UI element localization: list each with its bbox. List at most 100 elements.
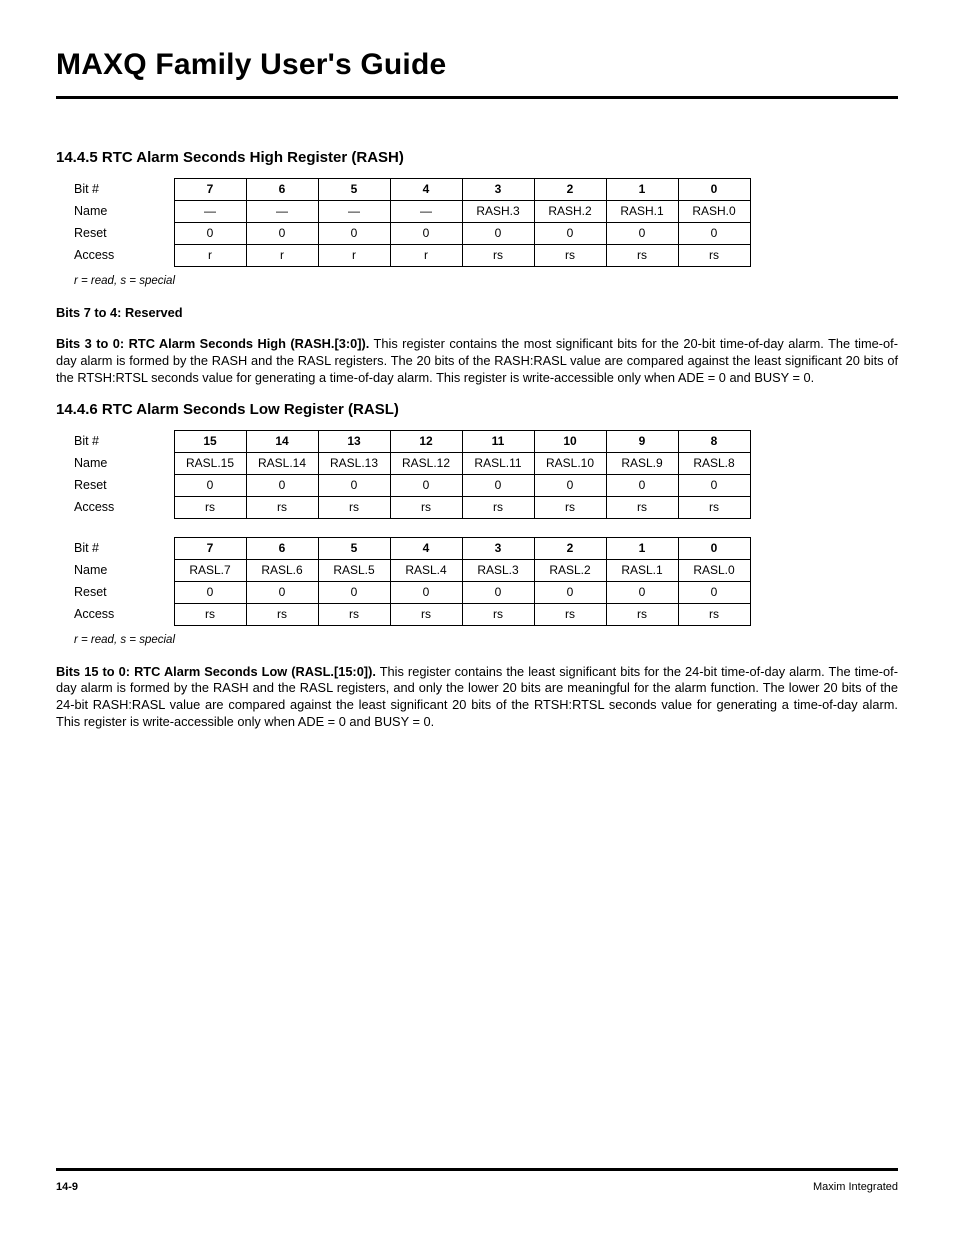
reset-cell: 0 (606, 223, 678, 245)
name-cell: RASL.4 (390, 559, 462, 581)
name-cell: RASL.6 (246, 559, 318, 581)
table-row-bit: Bit # 15 14 13 12 11 10 9 8 (74, 430, 750, 452)
row-label: Reset (74, 581, 174, 603)
bold-run: Bits 3 to 0: RTC Alarm Seconds High (RAS… (56, 336, 369, 351)
reset-cell: 0 (462, 223, 534, 245)
reset-cell: 0 (606, 581, 678, 603)
row-label: Access (74, 603, 174, 625)
access-cell: rs (246, 496, 318, 518)
bit-cell: 14 (246, 430, 318, 452)
section-heading-rasl: 14.4.6 RTC Alarm Seconds Low Register (R… (56, 401, 898, 418)
reset-cell: 0 (534, 223, 606, 245)
name-cell: RASL.12 (390, 452, 462, 474)
name-cell: RASH.1 (606, 201, 678, 223)
row-label: Access (74, 245, 174, 267)
paragraph-rash-desc: Bits 3 to 0: RTC Alarm Seconds High (RAS… (56, 336, 898, 387)
name-cell: RASL.8 (678, 452, 750, 474)
row-label: Name (74, 452, 174, 474)
name-cell: RASH.2 (534, 201, 606, 223)
bit-cell: 3 (462, 537, 534, 559)
bit-cell: 6 (246, 537, 318, 559)
access-cell: rs (606, 245, 678, 267)
table-row-reset: Reset 0 0 0 0 0 0 0 0 (74, 474, 750, 496)
name-cell: RASL.13 (318, 452, 390, 474)
table-row-access: Access rs rs rs rs rs rs rs rs (74, 603, 750, 625)
paragraph-reserved: Bits 7 to 4: Reserved (56, 305, 898, 322)
table-note: r = read, s = special (74, 275, 898, 287)
access-cell: rs (534, 603, 606, 625)
name-cell: RASL.9 (606, 452, 678, 474)
access-cell: rs (606, 496, 678, 518)
table-row-name: Name RASL.7 RASL.6 RASL.5 RASL.4 RASL.3 … (74, 559, 750, 581)
name-cell: RASL.7 (174, 559, 246, 581)
bit-cell: 9 (606, 430, 678, 452)
reset-cell: 0 (390, 474, 462, 496)
bit-cell: 3 (462, 179, 534, 201)
bold-run: Bits 7 to 4: Reserved (56, 305, 183, 320)
name-cell: RASL.14 (246, 452, 318, 474)
register-table-rash: Bit # 7 6 5 4 3 2 1 0 Name — — — — RASH.… (74, 178, 751, 267)
name-cell: RASL.5 (318, 559, 390, 581)
row-label: Bit # (74, 179, 174, 201)
access-cell: rs (462, 245, 534, 267)
row-label: Bit # (74, 430, 174, 452)
name-cell: — (390, 201, 462, 223)
name-cell: — (246, 201, 318, 223)
access-cell: r (246, 245, 318, 267)
row-label: Reset (74, 474, 174, 496)
reset-cell: 0 (678, 474, 750, 496)
bit-cell: 2 (534, 179, 606, 201)
access-cell: rs (678, 603, 750, 625)
access-cell: rs (390, 603, 462, 625)
row-label: Name (74, 559, 174, 581)
name-cell: RASL.2 (534, 559, 606, 581)
reset-cell: 0 (174, 474, 246, 496)
title-divider (56, 96, 898, 99)
page-number: 14-9 (56, 1181, 78, 1193)
access-cell: rs (606, 603, 678, 625)
reset-cell: 0 (678, 581, 750, 603)
bit-cell: 6 (246, 179, 318, 201)
reset-cell: 0 (318, 223, 390, 245)
access-cell: rs (678, 245, 750, 267)
access-cell: rs (390, 496, 462, 518)
name-cell: RASH.0 (678, 201, 750, 223)
access-cell: rs (534, 245, 606, 267)
bit-cell: 4 (390, 537, 462, 559)
footer-divider (56, 1168, 898, 1171)
register-table-rasl-high: Bit # 15 14 13 12 11 10 9 8 Name RASL.15… (74, 430, 751, 519)
name-cell: RASL.1 (606, 559, 678, 581)
bit-cell: 0 (678, 179, 750, 201)
bit-cell: 10 (534, 430, 606, 452)
name-cell: — (318, 201, 390, 223)
reset-cell: 0 (318, 581, 390, 603)
access-cell: r (174, 245, 246, 267)
bit-cell: 12 (390, 430, 462, 452)
reset-cell: 0 (534, 474, 606, 496)
table-row-name: Name — — — — RASH.3 RASH.2 RASH.1 RASH.0 (74, 201, 750, 223)
reset-cell: 0 (174, 581, 246, 603)
reset-cell: 0 (606, 474, 678, 496)
reset-cell: 0 (246, 223, 318, 245)
row-label: Reset (74, 223, 174, 245)
access-cell: rs (318, 603, 390, 625)
access-cell: rs (462, 603, 534, 625)
access-cell: rs (318, 496, 390, 518)
bit-cell: 13 (318, 430, 390, 452)
paragraph-rasl-desc: Bits 15 to 0: RTC Alarm Seconds Low (RAS… (56, 664, 898, 732)
bit-cell: 15 (174, 430, 246, 452)
reset-cell: 0 (678, 223, 750, 245)
bit-cell: 11 (462, 430, 534, 452)
access-cell: rs (174, 603, 246, 625)
reset-cell: 0 (390, 581, 462, 603)
bold-run: Bits 15 to 0: RTC Alarm Seconds Low (RAS… (56, 664, 376, 679)
name-cell: RASH.3 (462, 201, 534, 223)
register-table-rasl-low: Bit # 7 6 5 4 3 2 1 0 Name RASL.7 RASL.6… (74, 537, 751, 626)
access-cell: rs (246, 603, 318, 625)
row-label: Name (74, 201, 174, 223)
table-note: r = read, s = special (74, 634, 898, 646)
access-cell: rs (462, 496, 534, 518)
table-row-reset: Reset 0 0 0 0 0 0 0 0 (74, 581, 750, 603)
name-cell: RASL.3 (462, 559, 534, 581)
bit-cell: 5 (318, 179, 390, 201)
